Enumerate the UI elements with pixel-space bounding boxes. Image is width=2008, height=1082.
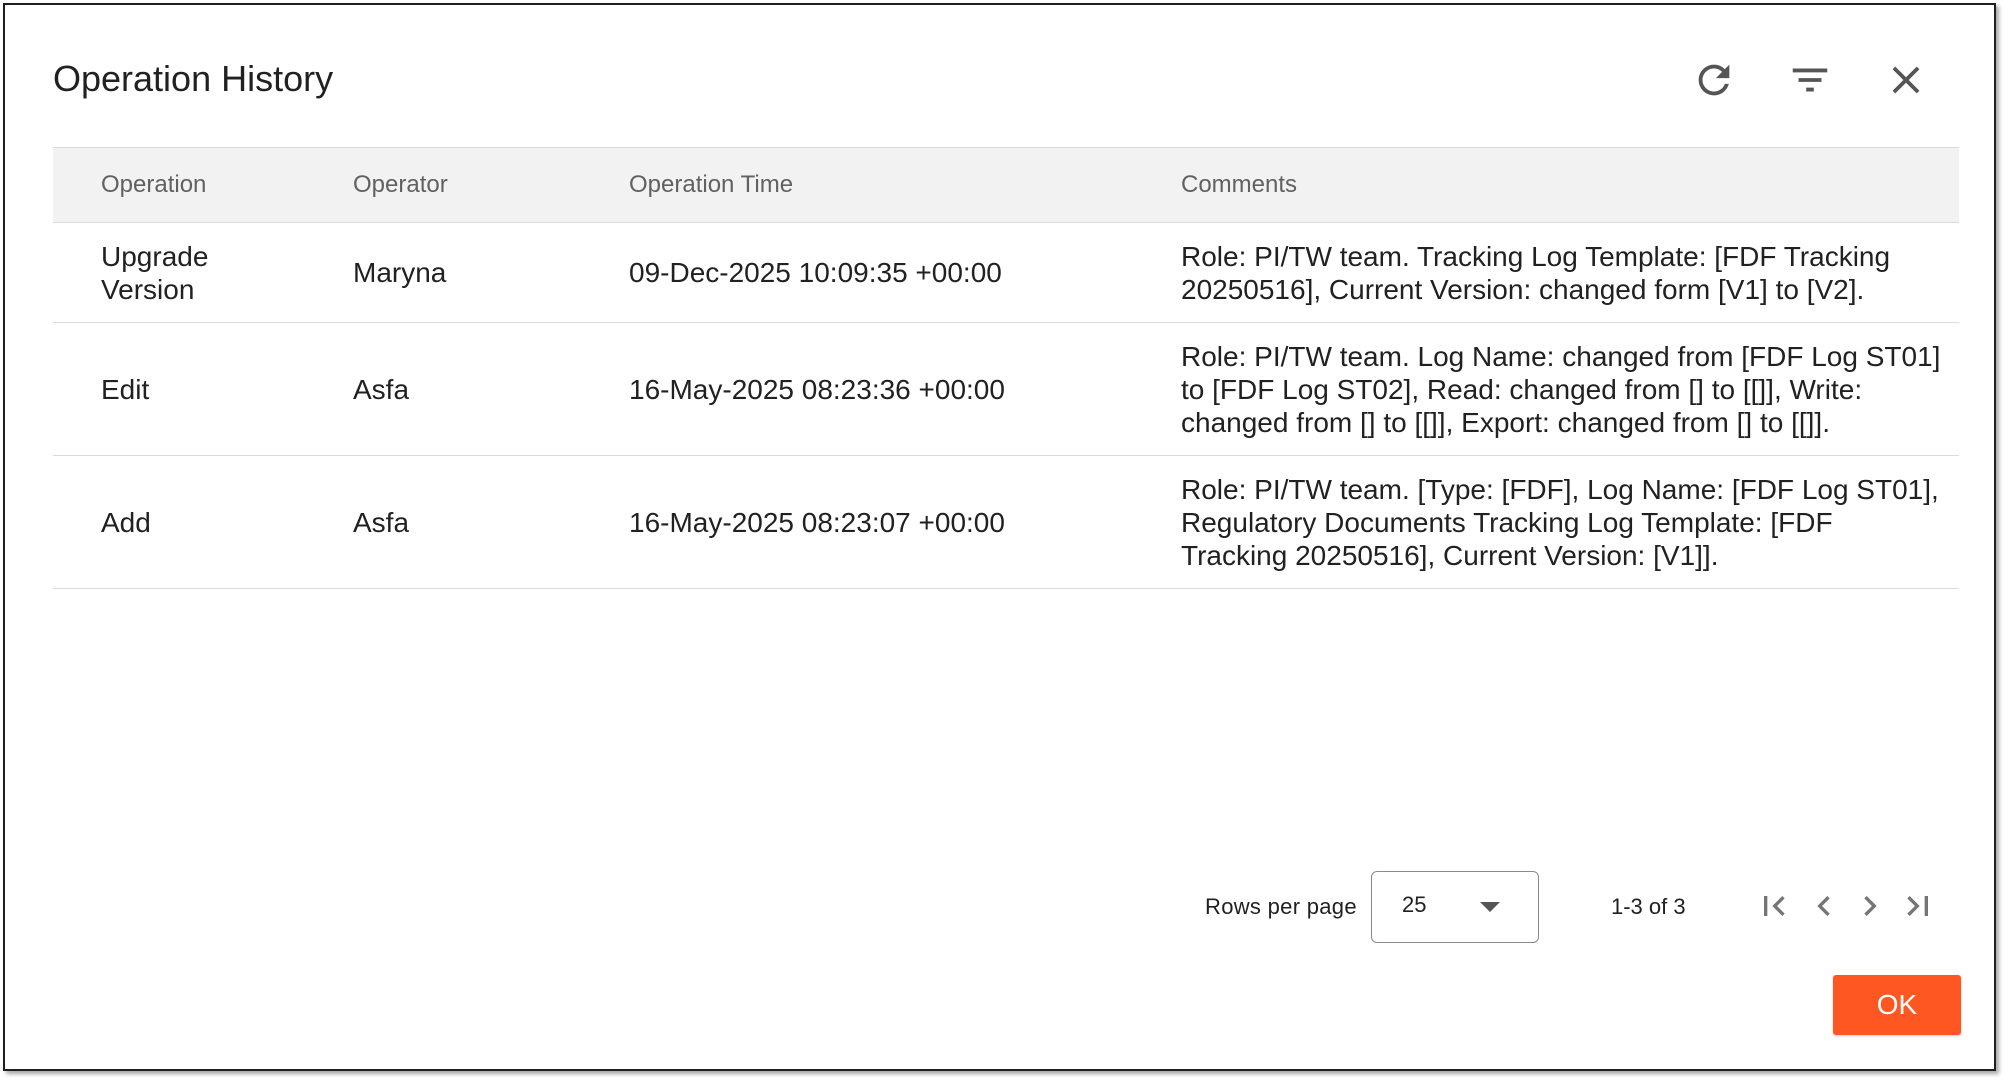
cell-operator: Maryna (353, 257, 447, 288)
column-header-comments[interactable]: Comments (1181, 148, 1941, 222)
first-page-button[interactable] (1751, 883, 1797, 929)
rows-per-page-value: 25 (1402, 892, 1427, 917)
chevron-right-icon (1864, 896, 1877, 916)
cell-comments: Role: PI/TW team. Tracking Log Template:… (1181, 240, 1891, 305)
cell-operation-time: 16-May-2025 08:23:07 +00:00 (629, 506, 1005, 538)
previous-page-button[interactable] (1801, 883, 1847, 929)
ok-button[interactable]: OK (1833, 975, 1961, 1035)
cell-operation: Upgrade Version (101, 240, 209, 305)
cell-comments: Role: PI/TW team. Log Name: changed from… (1181, 340, 1941, 438)
chevron-left-icon (1817, 896, 1830, 916)
close-icon[interactable] (1881, 55, 1931, 105)
dialog-title: Operation History (53, 58, 334, 99)
column-header-operation[interactable]: Operation (101, 148, 301, 222)
rows-per-page-label: Rows per page (1205, 894, 1357, 919)
filter-icon[interactable] (1785, 55, 1835, 105)
last-page-button[interactable] (1895, 883, 1941, 929)
table-row[interactable]: Add Asfa 16-May-2025 08:23:07 +00:00 Rol… (53, 456, 1959, 589)
cell-operator: Asfa (353, 506, 410, 538)
operation-history-table: Operation Operator Operation Time Commen… (53, 147, 1959, 589)
table-row[interactable]: Upgrade Version Maryna 09-Dec-2025 10:09… (53, 223, 1959, 323)
cell-comments: Role: PI/TW team. [Type: [FDF], Log Name… (1181, 473, 1939, 571)
cell-operation: Edit (101, 373, 150, 405)
cell-operator: Asfa (353, 373, 410, 405)
pagination-bar: Rows per page 25 1-3 of 3 (5, 871, 1994, 943)
rows-per-page-select[interactable]: 25 (1371, 871, 1539, 943)
last-page-icon (1907, 896, 1928, 916)
next-page-button[interactable] (1847, 883, 1893, 929)
cell-operation: Add (101, 506, 151, 538)
column-header-operation-time[interactable]: Operation Time (629, 148, 1129, 222)
refresh-icon[interactable] (1689, 55, 1739, 105)
pagination-range: 1-3 of 3 (1611, 894, 1686, 919)
caret-down-icon (1480, 902, 1500, 912)
operation-history-dialog: Operation History Operation Operator Ope… (3, 3, 1996, 1071)
cell-operation-time: 16-May-2025 08:23:36 +00:00 (629, 373, 1005, 405)
first-page-icon (1764, 896, 1785, 916)
cell-operation-time: 09-Dec-2025 10:09:35 +00:00 (629, 257, 1002, 288)
table-row[interactable]: Edit Asfa 16-May-2025 08:23:36 +00:00 Ro… (53, 323, 1959, 456)
table-header: Operation Operator Operation Time Commen… (53, 147, 1959, 223)
column-header-operator[interactable]: Operator (353, 148, 593, 222)
